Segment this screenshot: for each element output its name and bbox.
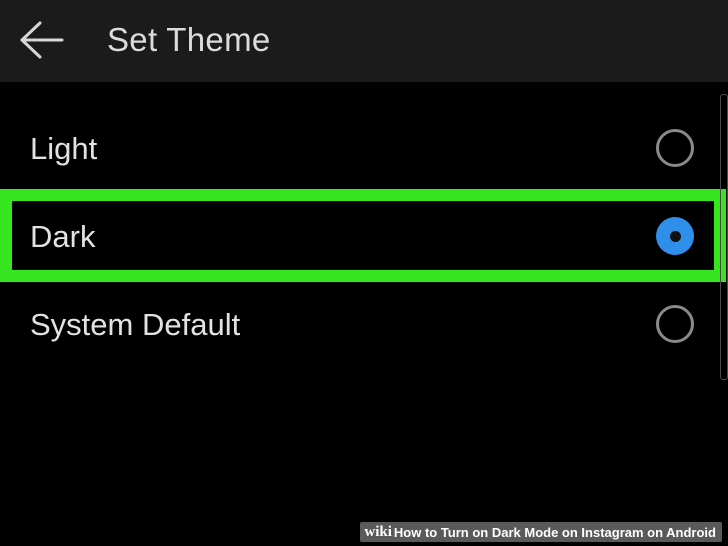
- radio-button-light[interactable]: [656, 129, 694, 167]
- radio-button-system-default[interactable]: [656, 305, 694, 343]
- option-system-default[interactable]: System Default: [0, 280, 728, 368]
- option-label: System Default: [30, 307, 241, 342]
- settings-screen: Set Theme Light Dark System Default wiki…: [0, 0, 728, 546]
- page-title: Set Theme: [107, 21, 271, 58]
- scrollbar[interactable]: [720, 94, 728, 380]
- top-app-bar: Set Theme: [0, 0, 728, 82]
- watermark-caption: wiki How to Turn on Dark Mode on Instagr…: [360, 522, 722, 542]
- back-button[interactable]: [14, 20, 68, 60]
- arrow-left-icon: [14, 20, 68, 60]
- theme-options-list: Light Dark System Default: [0, 104, 728, 368]
- option-light[interactable]: Light: [0, 104, 728, 192]
- radio-button-dark[interactable]: [656, 217, 694, 255]
- option-label: Dark: [30, 219, 96, 254]
- watermark-brand: wiki: [364, 523, 392, 540]
- option-label: Light: [30, 131, 98, 166]
- option-dark[interactable]: Dark: [0, 192, 728, 280]
- watermark-text: How to Turn on Dark Mode on Instagram on…: [393, 524, 716, 540]
